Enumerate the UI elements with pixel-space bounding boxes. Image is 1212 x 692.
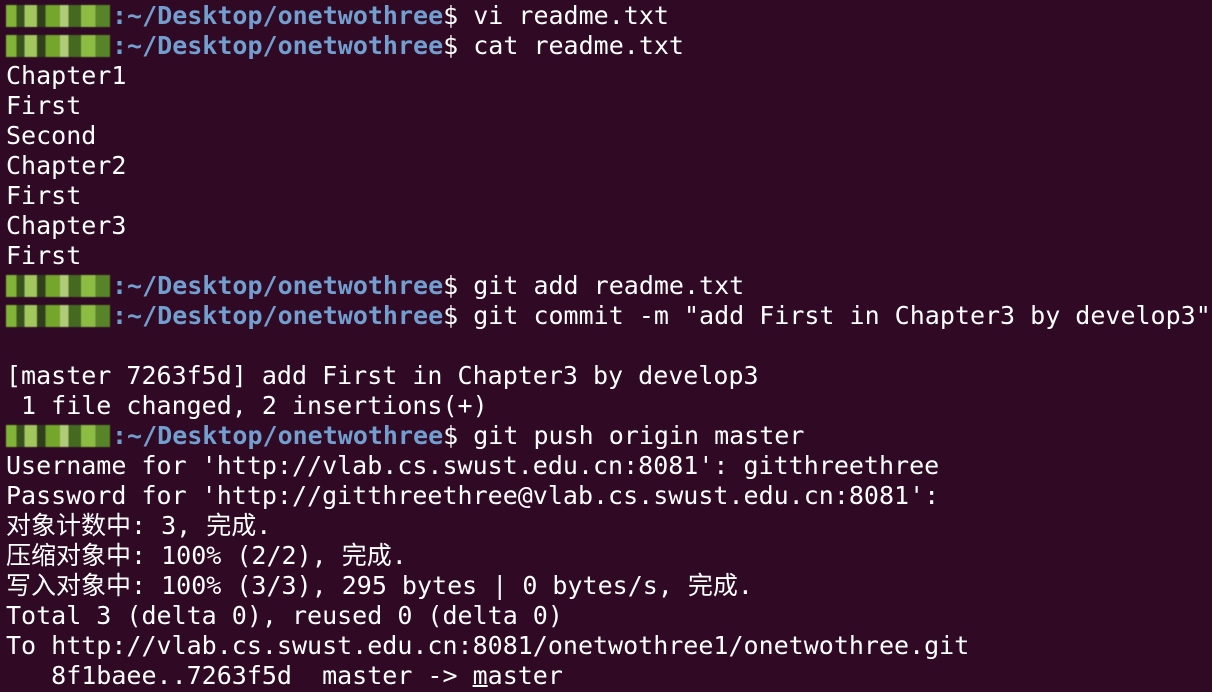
command-text: vi readme.txt: [473, 1, 669, 30]
output-line: 对象计数中: 3, 完成.: [6, 511, 272, 540]
output-line: Total 3 (delta 0), reused 0 (delta 0): [6, 601, 563, 630]
output-line: To http://vlab.cs.swust.edu.cn:8081/onet…: [6, 631, 970, 660]
text-cursor[interactable]: m: [473, 661, 488, 690]
prompt-line: :~/Desktop/onetwothree $ git add readme.t…: [6, 271, 1212, 301]
output-line: Second: [6, 121, 97, 150]
redacted-userhost: [6, 305, 110, 327]
redacted-userhost: [6, 275, 110, 297]
redacted-userhost: [6, 425, 110, 447]
command-text: git add readme.txt: [473, 271, 745, 300]
output-line: Username for 'http://vlab.cs.swust.edu.c…: [6, 451, 940, 480]
prompt-path: :~/Desktop/onetwothree: [112, 301, 444, 330]
output-line: 写入对象中: 100% (3/3), 295 bytes | 0 bytes/s…: [6, 571, 753, 600]
prompt-symbol: $: [443, 301, 474, 330]
terminal-output[interactable]: :~/Desktop/onetwothree $ vi readme.txt:~/…: [6, 1, 1212, 691]
output-line: Password for 'http://gitthreethree@vlab.…: [6, 481, 940, 510]
output-line: First: [6, 241, 82, 270]
command-text: cat readme.txt: [473, 31, 684, 60]
command-text: git push origin master: [473, 421, 805, 450]
output-line: Chapter2: [6, 151, 127, 180]
redacted-userhost: [6, 5, 110, 27]
prompt-path: :~/Desktop/onetwothree: [112, 271, 444, 300]
prompt-line: :~/Desktop/onetwothree $ git commit -m "a…: [6, 301, 1212, 331]
output-line: Chapter1: [6, 61, 127, 90]
prompt-line: :~/Desktop/onetwothree $ vi readme.txt: [6, 1, 1212, 31]
prompt-path: :~/Desktop/onetwothree: [112, 31, 444, 60]
prompt-path: :~/Desktop/onetwothree: [112, 1, 444, 30]
output-line: First: [6, 181, 82, 210]
prompt-line: :~/Desktop/onetwothree $ git push origin …: [6, 421, 1212, 451]
prompt-symbol: $: [443, 421, 474, 450]
prompt-symbol: $: [443, 31, 474, 60]
command-text: git commit -m "add First in Chapter3 by …: [473, 301, 1211, 330]
output-line: Chapter3: [6, 211, 127, 240]
redacted-userhost: [6, 35, 110, 57]
output-line-with-cursor: 8f1baee..7263f5d master -> master: [6, 661, 1212, 691]
prompt-path: :~/Desktop/onetwothree: [112, 421, 444, 450]
output-text: 8f1baee..7263f5d master ->: [6, 661, 473, 690]
prompt-symbol: $: [443, 1, 474, 30]
prompt-line: :~/Desktop/onetwothree $ cat readme.txt: [6, 31, 1212, 61]
output-line: 压缩对象中: 100% (2/2), 完成.: [6, 541, 407, 570]
output-line: First: [6, 91, 82, 120]
output-text: aster: [487, 661, 563, 690]
prompt-symbol: $: [443, 271, 474, 300]
output-line: [master 7263f5d] add First in Chapter3 b…: [6, 361, 759, 390]
output-line: 1 file changed, 2 insertions(+): [6, 391, 488, 420]
